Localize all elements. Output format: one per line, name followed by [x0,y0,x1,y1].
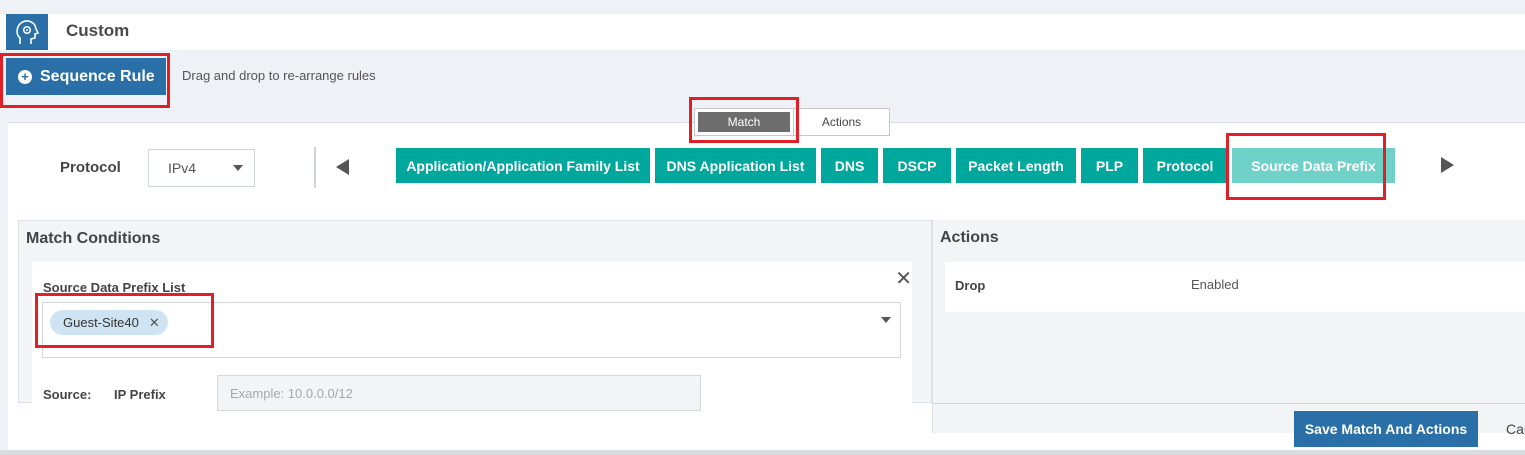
match-type-application-family-list[interactable]: Application/Application Family List [396,148,650,183]
ip-prefix-input[interactable] [217,375,701,411]
source-label: Source: [43,387,92,402]
close-icon[interactable]: ✕ [895,266,912,291]
action-name: Drop [955,278,986,293]
match-actions-tabs: Match Actions [694,108,890,136]
match-type-label: Source Data Prefix [1251,157,1376,174]
actions-title: Actions [940,229,999,246]
match-type-dscp[interactable]: DSCP [883,148,951,183]
match-conditions-title: Match Conditions [26,230,161,247]
save-match-and-actions-button[interactable]: Save Match And Actions [1294,411,1478,447]
chevron-down-icon[interactable] [881,317,891,323]
protocol-select[interactable]: IPv4 [148,149,255,187]
tab-match-label: Match [698,112,790,132]
sequence-rule-label: Sequence Rule [40,67,155,85]
ip-prefix-label: IP Prefix [114,387,166,402]
match-type-label: Protocol [1156,157,1214,174]
page-header: Custom [0,14,1525,50]
drag-hint: Drag and drop to re-arrange rules [182,68,376,83]
tag-label: Guest-Site40 [63,315,139,330]
match-type-protocol[interactable]: Protocol [1143,148,1227,183]
match-type-label: DSCP [897,157,937,174]
protocol-label: Protocol [60,159,121,176]
source-data-prefix-list-select[interactable]: Guest-Site40 ✕ [42,302,901,358]
actions-panel: Actions Drop Enabled [932,220,1525,433]
match-type-label: Packet Length [968,157,1064,174]
policy-head-icon [6,14,48,50]
divider [314,147,316,188]
selected-tag: Guest-Site40 ✕ [50,310,168,335]
match-type-label: PLP [1095,157,1124,174]
plus-circle-icon: + [18,69,32,84]
match-type-label: DNS [834,157,865,174]
scroll-right-arrow-icon[interactable] [1441,157,1454,173]
match-type-label: Application/Application Family List [406,157,640,174]
match-conditions-panel: Match Conditions ✕ Source Data Prefix Li… [18,220,932,411]
match-type-packet-length[interactable]: Packet Length [956,148,1076,183]
footer-divider [932,403,1525,404]
remove-tag-icon[interactable]: ✕ [149,315,160,331]
tab-actions-label: Actions [821,115,862,129]
source-data-prefix-condition: ✕ Source Data Prefix List Guest-Site40 ✕… [32,262,912,411]
source-data-prefix-list-label: Source Data Prefix List [43,280,186,295]
match-type-dns-application-list[interactable]: DNS Application List [655,148,816,183]
add-sequence-rule-button[interactable]: + Sequence Rule [6,58,166,95]
bottom-edge [0,450,1525,455]
match-type-plp[interactable]: PLP [1081,148,1138,183]
scroll-left-arrow-icon[interactable] [336,159,349,175]
chevron-down-icon [233,165,243,171]
page-title: Custom [66,21,130,40]
match-type-label: DNS Application List [666,157,805,174]
cancel-button[interactable]: Cancel [1506,421,1525,437]
tab-actions[interactable]: Actions [794,108,890,136]
protocol-value: IPv4 [168,160,197,176]
match-type-dns[interactable]: DNS [821,148,878,183]
top-strip [0,0,1525,14]
action-value: Enabled [1191,277,1239,292]
match-type-source-data-prefix[interactable]: Source Data Prefix [1232,148,1395,183]
action-row: Drop Enabled [945,262,1525,312]
tab-match[interactable]: Match [694,108,794,136]
